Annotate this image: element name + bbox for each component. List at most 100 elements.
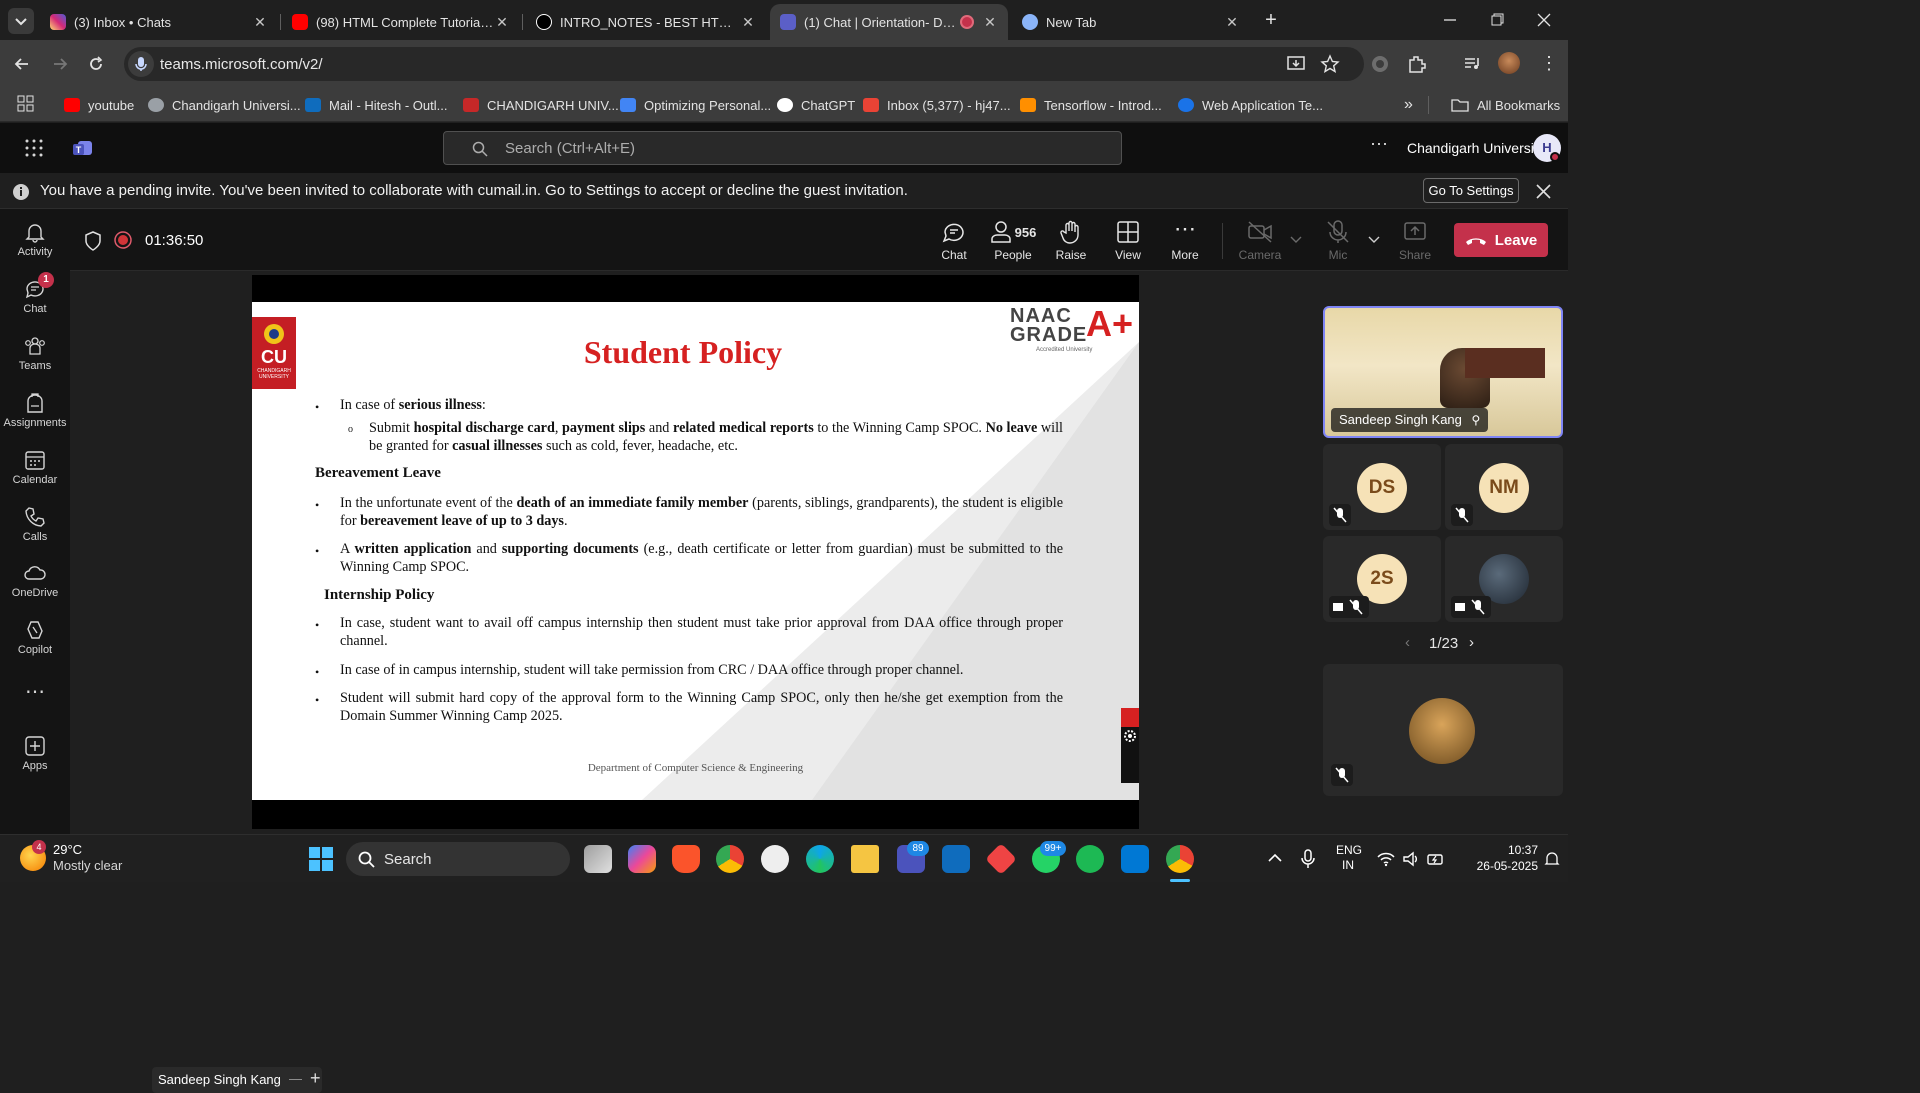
participant-tile[interactable]: 2S (1323, 536, 1441, 622)
new-tab-button[interactable]: + (1260, 10, 1282, 32)
browser-menu-icon[interactable]: ⋮ (1540, 52, 1558, 76)
rail-item-copilot[interactable]: Copilot (0, 611, 70, 665)
leave-button[interactable]: Leave (1454, 223, 1548, 257)
microphone-icon[interactable] (1300, 849, 1316, 869)
settings-more-icon[interactable]: ⋯ (1370, 134, 1388, 155)
language-indicator[interactable]: ENG IN (1336, 843, 1362, 873)
rail-item-onedrive[interactable]: OneDrive (0, 554, 70, 608)
file-explorer-icon[interactable] (851, 845, 879, 873)
extension-circle-icon[interactable] (1370, 54, 1390, 74)
dismiss-banner-icon[interactable] (1536, 184, 1551, 199)
browser-tab-active[interactable]: (1) Chat | Orientation- Dom ✕ (770, 4, 1008, 40)
vscode-icon[interactable] (1121, 845, 1149, 873)
bookmark-chandigarh-univ[interactable]: CHANDIGARH UNIV... (463, 94, 619, 116)
rail-item-chat[interactable]: Chat 1 (0, 270, 70, 324)
minimize-presenter-icon[interactable]: — (289, 1071, 302, 1086)
bookmark-tensorflow[interactable]: Tensorflow - Introd... (1020, 94, 1162, 116)
site-info-button[interactable] (128, 51, 154, 77)
go-to-settings-button[interactable]: Go To Settings (1423, 178, 1519, 203)
close-tab-icon[interactable]: ✕ (494, 14, 510, 31)
install-app-icon[interactable] (1286, 54, 1308, 74)
close-tab-icon[interactable]: ✕ (1224, 14, 1240, 31)
pin-icon[interactable]: ⚲ (1472, 413, 1481, 427)
wifi-icon[interactable] (1377, 851, 1395, 867)
participant-tile[interactable] (1445, 536, 1563, 622)
bookmark-chandigarh-university[interactable]: Chandigarh Universi... (148, 94, 301, 116)
show-hidden-icons-chevron-icon[interactable] (1268, 853, 1282, 863)
next-page-chevron-icon[interactable]: › (1469, 634, 1474, 651)
chrome-active-icon[interactable] (1166, 845, 1194, 873)
extensions-icon[interactable] (1406, 54, 1428, 74)
browser-tab[interactable]: (98) HTML Complete Tutorial fo ✕ (282, 4, 520, 40)
star-icon[interactable] (1320, 54, 1340, 74)
back-icon[interactable] (12, 54, 32, 74)
expand-presenter-icon[interactable]: + (310, 1068, 321, 1089)
bell-icon (25, 224, 45, 243)
rail-item-assignments[interactable]: Assignments (0, 384, 70, 438)
outlook-app-icon[interactable] (942, 845, 970, 873)
rail-item-calendar[interactable]: Calendar (0, 441, 70, 495)
bookmark-chatgpt[interactable]: ChatGPT (777, 94, 855, 116)
rail-more-apps-icon[interactable]: ⋯ (0, 679, 70, 709)
bookmark-gmail-inbox[interactable]: Inbox (5,377) - hj47... (863, 94, 1011, 116)
restore-button[interactable] (1487, 12, 1507, 28)
mic-options-chevron-icon[interactable] (1368, 235, 1380, 245)
tab-search-button[interactable] (8, 8, 34, 34)
chrome-profile-icon[interactable] (761, 845, 789, 873)
teams-search-input[interactable]: Search (Ctrl+Alt+E) (443, 131, 1122, 165)
bookmark-optimizing-personal[interactable]: Optimizing Personal... (620, 94, 771, 116)
forward-icon[interactable] (50, 54, 70, 74)
media-control-icon[interactable] (1462, 54, 1482, 74)
notification-bell-icon[interactable] (1544, 851, 1560, 867)
browser-tab[interactable]: INTRO_NOTES - BEST HTML CO ✕ (526, 4, 766, 40)
address-bar[interactable]: teams.microsoft.com/v2/ (124, 47, 1364, 81)
share-button[interactable]: Share (1385, 219, 1445, 262)
rail-item-activity[interactable]: Activity (0, 213, 70, 267)
more-button[interactable]: ⋯ More (1155, 218, 1215, 263)
shield-icon[interactable] (84, 231, 102, 251)
rail-item-calls[interactable]: Calls (0, 498, 70, 552)
battery-charging-icon[interactable] (1427, 850, 1445, 868)
camera-button[interactable]: Camera (1230, 219, 1290, 262)
rail-item-teams[interactable]: Teams (0, 327, 70, 381)
close-tab-icon[interactable]: ✕ (252, 14, 268, 31)
app-launcher-icon[interactable] (25, 139, 43, 157)
bookmark-outlook-mail[interactable]: Mail - Hitesh - Outl... (305, 94, 447, 116)
previous-page-chevron-icon[interactable]: ‹ (1405, 634, 1410, 651)
profile-avatar[interactable] (1498, 52, 1520, 74)
clock[interactable]: 10:37 (1488, 842, 1538, 858)
close-tab-icon[interactable]: ✕ (982, 14, 998, 31)
view-button[interactable]: View (1098, 219, 1158, 262)
task-view-icon[interactable] (584, 845, 612, 873)
participant-tile[interactable]: DS (1323, 444, 1441, 530)
chat-button[interactable]: Chat (924, 219, 984, 262)
bookmark-youtube[interactable]: youtube (64, 94, 134, 116)
brave-icon[interactable] (672, 845, 700, 873)
windows-start-icon[interactable] (308, 846, 334, 872)
mic-button[interactable]: Mic (1308, 219, 1368, 262)
camera-options-chevron-icon[interactable] (1290, 235, 1302, 245)
all-bookmarks-button[interactable]: All Bookmarks (1451, 94, 1560, 116)
edge-icon[interactable] (806, 845, 834, 873)
minimize-button[interactable] (1440, 12, 1460, 28)
participant-video-tile[interactable]: Sandeep Singh Kang ⚲ (1323, 306, 1563, 438)
close-window-button[interactable] (1534, 12, 1554, 28)
apps-grid-icon[interactable] (17, 95, 35, 113)
chrome-app-icon[interactable] (716, 845, 744, 873)
speaker-icon[interactable] (1402, 850, 1420, 868)
browser-tab[interactable]: New Tab ✕ (1012, 4, 1250, 40)
close-tab-icon[interactable]: ✕ (740, 14, 756, 31)
red-diamond-app-icon[interactable] (985, 843, 1017, 875)
raise-hand-button[interactable]: Raise (1041, 219, 1101, 262)
rail-item-apps[interactable]: Apps (0, 727, 70, 781)
taskbar-search-box[interactable]: Search (346, 842, 570, 876)
self-view-tile[interactable] (1323, 664, 1563, 796)
more-bookmarks-chevron-icon[interactable]: » (1404, 94, 1413, 116)
reload-icon[interactable] (86, 54, 106, 74)
participant-tile[interactable]: NM (1445, 444, 1563, 530)
spotify-icon[interactable] (1076, 845, 1104, 873)
bookmark-web-application[interactable]: Web Application Te... (1178, 94, 1323, 116)
browser-tab[interactable]: (3) Inbox • Chats ✕ (40, 4, 278, 40)
copilot-app-icon[interactable] (628, 845, 656, 873)
people-button[interactable]: 956 People (983, 219, 1043, 262)
